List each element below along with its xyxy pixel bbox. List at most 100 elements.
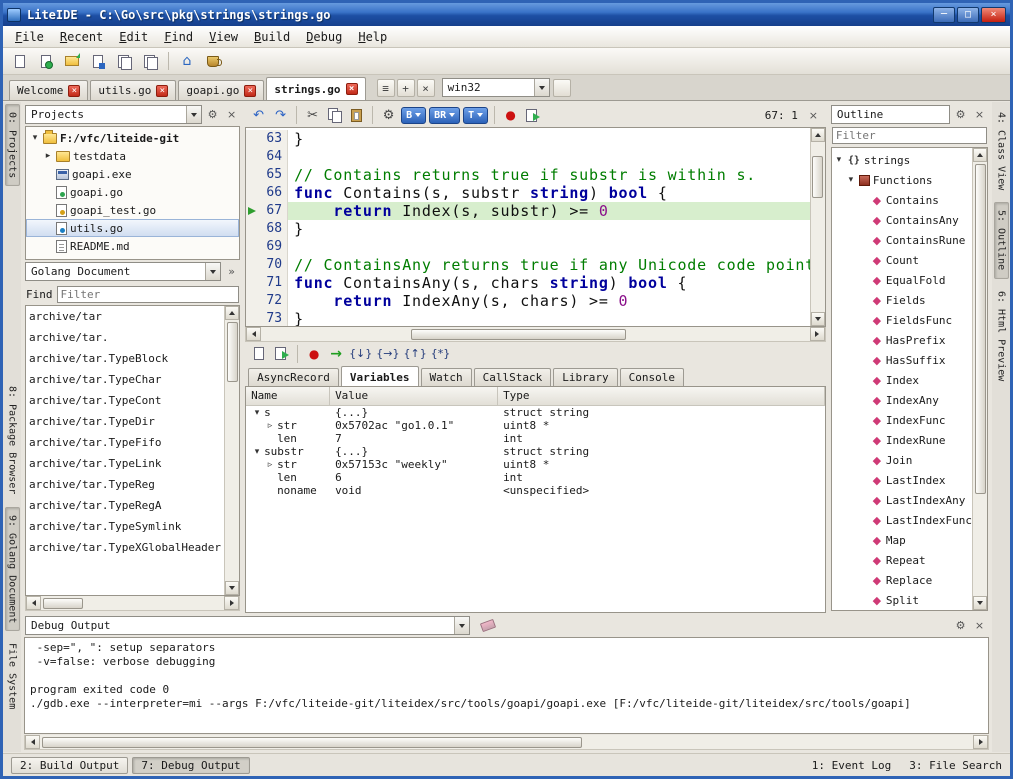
scroll-right-icon[interactable] xyxy=(973,735,988,749)
sidebar-item-4-class-view[interactable]: 4: Class View xyxy=(994,104,1009,198)
debug-tab-library[interactable]: Library xyxy=(553,368,617,386)
minimize-button[interactable]: ─ xyxy=(933,7,955,23)
cut-icon[interactable]: ✂ xyxy=(303,106,322,125)
close-editor-icon[interactable]: × xyxy=(805,107,822,124)
status-7-debug-output[interactable]: 7: Debug Output xyxy=(132,757,249,774)
editor-vscrollbar[interactable] xyxy=(810,128,825,326)
outline-item[interactable]: ◆IndexAny xyxy=(832,390,972,410)
env-select[interactable]: win32 xyxy=(442,78,550,97)
test-button[interactable]: T xyxy=(463,107,488,124)
scrollbar-thumb[interactable] xyxy=(42,737,582,748)
sidebar-item-5-outline[interactable]: 5: Outline xyxy=(994,202,1009,278)
list-item[interactable]: archive/tar.TypeFifo xyxy=(26,433,224,454)
outline-item[interactable]: ◆Map xyxy=(832,530,972,550)
paste-icon[interactable] xyxy=(347,106,366,125)
expander-icon[interactable]: ▾ xyxy=(252,408,262,418)
outline-item[interactable]: ◆Split xyxy=(832,590,972,610)
build-config-button[interactable] xyxy=(202,51,224,72)
sidebar-item-8-package-browser[interactable]: 8: Package Browser xyxy=(5,378,20,502)
build-run-button[interactable]: BR xyxy=(429,107,460,124)
tree-row[interactable]: README.md xyxy=(26,237,239,255)
outline-vscrollbar[interactable] xyxy=(972,148,987,610)
table-row[interactable]: ▹str0x57153c "weekly"uint8 * xyxy=(246,458,825,471)
editor-hscrollbar[interactable] xyxy=(245,327,826,342)
scroll-up-icon[interactable] xyxy=(811,128,825,142)
outline-item[interactable]: ◆LastIndex xyxy=(832,470,972,490)
step-into-icon[interactable]: {↓} xyxy=(349,345,372,363)
output-hscrollbar[interactable] xyxy=(24,735,989,750)
debug-file-icon[interactable] xyxy=(250,345,268,363)
outline-item[interactable]: ◆Count xyxy=(832,250,972,270)
list-item[interactable]: archive/tar. xyxy=(26,328,224,349)
menu-item-view[interactable]: View xyxy=(201,28,246,46)
line-number[interactable]: 66 xyxy=(246,184,288,202)
tab-welcome[interactable]: Welcome× xyxy=(9,80,88,100)
scroll-up-icon[interactable] xyxy=(225,306,239,320)
add-tab-button[interactable]: + xyxy=(397,79,415,97)
menu-item-debug[interactable]: Debug xyxy=(298,28,350,46)
outline-item[interactable]: ◆FieldsFunc xyxy=(832,310,972,330)
open-file-button[interactable] xyxy=(35,51,57,72)
expander-icon[interactable]: ▸ xyxy=(43,151,53,161)
expander-icon[interactable]: ▹ xyxy=(265,421,275,431)
menu-item-recent[interactable]: Recent xyxy=(52,28,111,46)
list-item[interactable]: archive/tar xyxy=(26,307,224,328)
code-line[interactable]: 65// Contains returns true if substr is … xyxy=(246,166,810,184)
sidebar-item-6-html-preview[interactable]: 6: Html Preview xyxy=(994,283,1009,389)
list-item[interactable]: archive/tar.TypeLink xyxy=(26,454,224,475)
doc-vscrollbar[interactable] xyxy=(224,306,239,595)
outline-item[interactable]: ◆LastIndexAny xyxy=(832,490,972,510)
gear-icon[interactable]: ⚙ xyxy=(204,106,221,123)
list-item[interactable]: archive/tar.TypeChar xyxy=(26,370,224,391)
redo-icon[interactable]: ↷ xyxy=(271,106,290,125)
titlebar[interactable]: LiteIDE - C:\Go\src\pkg\strings\strings.… xyxy=(3,3,1010,26)
stop-debug-icon[interactable]: ● xyxy=(305,345,323,363)
tab-strings-go[interactable]: strings.go× xyxy=(266,77,365,100)
tab-close-icon[interactable]: × xyxy=(346,83,358,95)
list-item[interactable]: archive/tar.TypeRegA xyxy=(26,496,224,517)
code-line[interactable]: 71func ContainsAny(s, chars string) bool… xyxy=(246,274,810,292)
tab-utils-go[interactable]: utils.go× xyxy=(90,80,176,100)
outline-item[interactable]: ◆Fields xyxy=(832,290,972,310)
code-line[interactable]: 73} xyxy=(246,310,810,326)
scroll-left-icon[interactable] xyxy=(25,735,40,749)
close-button[interactable]: × xyxy=(981,7,1006,23)
scrollbar-thumb[interactable] xyxy=(43,598,83,609)
env-edit-button[interactable] xyxy=(553,79,571,97)
scrollbar-thumb[interactable] xyxy=(411,329,626,340)
scroll-down-icon[interactable] xyxy=(973,596,987,610)
code-line[interactable]: 72 return IndexAny(s, chars) >= 0 xyxy=(246,292,810,310)
save-all-button[interactable] xyxy=(113,51,135,72)
outline-item[interactable]: ◆ContainsAny xyxy=(832,210,972,230)
tree-row[interactable]: ▾F:/vfc/liteide-git xyxy=(26,129,239,147)
outline-item[interactable]: ◆EqualFold xyxy=(832,270,972,290)
debug-record-icon[interactable]: ● xyxy=(501,106,520,125)
status-3-file-search[interactable]: 3: File Search xyxy=(909,759,1002,772)
code-line[interactable]: 70// ContainsAny returns true if any Uni… xyxy=(246,256,810,274)
line-number[interactable]: 73 xyxy=(246,310,288,326)
tree-row[interactable]: ▸testdata xyxy=(26,147,239,165)
outline-item[interactable]: ◆IndexRune xyxy=(832,430,972,450)
save-button[interactable] xyxy=(87,51,109,72)
outline-item[interactable]: ◆HasPrefix xyxy=(832,330,972,350)
doc-selector[interactable]: Golang Document xyxy=(25,262,221,281)
outline-item[interactable]: ◆Join xyxy=(832,450,972,470)
scroll-down-icon[interactable] xyxy=(225,581,239,595)
close-panel-icon[interactable]: × xyxy=(971,617,988,634)
tab-close-icon[interactable]: × xyxy=(156,85,168,97)
list-item[interactable]: archive/tar.TypeCont xyxy=(26,391,224,412)
export-icon[interactable] xyxy=(523,106,542,125)
close-tab-button[interactable]: × xyxy=(417,79,435,97)
status-1-event-log[interactable]: 1: Event Log xyxy=(812,759,891,772)
debug-tab-watch[interactable]: Watch xyxy=(421,368,472,386)
debug-tab-callstack[interactable]: CallStack xyxy=(474,368,552,386)
doc-more-button[interactable]: » xyxy=(223,263,240,280)
line-number[interactable]: 65 xyxy=(246,166,288,184)
table-row[interactable]: ▾s{...}struct string xyxy=(246,406,825,419)
debug-tab-asyncrecord[interactable]: AsyncRecord xyxy=(248,368,339,386)
outline-item[interactable]: ◆LastIndexFunc xyxy=(832,510,972,530)
line-number[interactable]: 71 xyxy=(246,274,288,292)
output-selector[interactable]: Debug Output xyxy=(25,616,470,635)
line-number[interactable]: 70 xyxy=(246,256,288,274)
scrollbar-thumb[interactable] xyxy=(227,322,238,382)
